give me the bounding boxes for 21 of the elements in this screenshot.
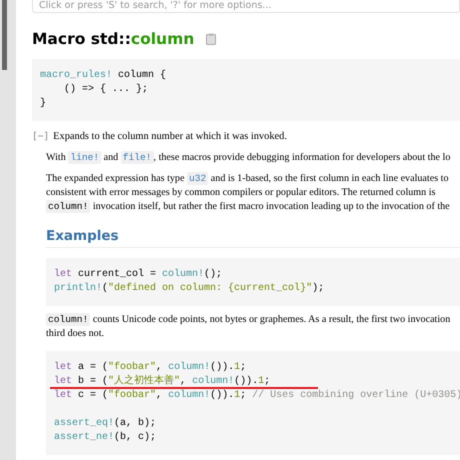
- search-field[interactable]: Click or press 'S' to search, '?' for more options...: [32, 0, 460, 13]
- code-line: assert_ne!(b, c);: [54, 431, 156, 445]
- scrollbar-thumb[interactable]: [2, 0, 7, 70]
- paragraph: column! counts Unicode code points, not bytes or graphemes. As a result, the first two invocation third does not.: [46, 313, 452, 341]
- inline-code: file!: [120, 151, 154, 164]
- inline-code: u32: [187, 172, 208, 185]
- paragraph: The expanded expression has type u32 and is 1-based, so the first column in each line evaluates to consistent with error messages by common compilers or popular editors. The returned column is column! invocation itself, but rather the first macro invocation leading up to the invocation of the: [46, 172, 451, 214]
- collapse-toggle[interactable]: [−]: [32, 130, 50, 144]
- inline-code: column!: [46, 200, 90, 213]
- section-heading: Examples: [46, 228, 460, 248]
- code-line: assert_eq!(a, b);: [54, 417, 156, 431]
- code-line: let a = ("foobar", column!()).1;: [54, 361, 246, 374]
- code-line: let b = ("人之初性本善", column!()).1;: [54, 375, 270, 389]
- inline-code: line!: [68, 151, 102, 164]
- paragraph: With line! and file! , these macros provide debugging information for developers about the lo: [46, 151, 452, 165]
- inline-code: column!: [46, 313, 90, 326]
- page-title: Macro std::column: [32, 30, 194, 48]
- code-block: macro_rules! column { () => { ... }; }: [32, 59, 460, 121]
- clipboard-icon[interactable]: [206, 33, 216, 45]
- code-block: let current_col = column!(); println!("defined on column: {current_col}");: [46, 258, 460, 306]
- summary-text: Expands to the column number at which it was invoked.: [53, 130, 287, 144]
